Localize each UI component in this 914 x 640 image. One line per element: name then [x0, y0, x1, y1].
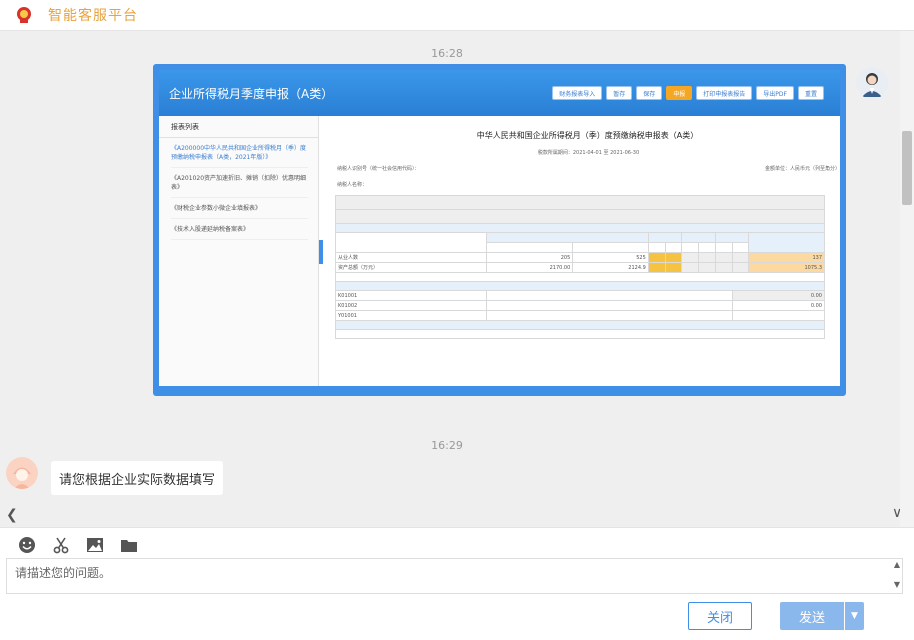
screenshot-cell: 525 — [572, 252, 649, 263]
screenshot-cell: 0.00 — [731, 290, 826, 301]
screenshot-sidebar-item: 《A201020资产加速折旧、摊销（扣除）优惠明细表》 — [171, 174, 308, 198]
send-options-dropdown[interactable]: ▼ — [845, 602, 864, 630]
message-input[interactable]: 请描述您的问题。 — [6, 558, 903, 594]
timestamp: 16:29 — [431, 439, 463, 452]
screenshot-sidebar: 报表列表 《A200000中华人民共和国企业所得税月（季）度预缴纳税申报表（A类… — [159, 116, 319, 386]
screenshot-image[interactable]: 企业所得税月季度申报（A类） 财务报表导入 暂存 保存 申报 打印申报表报告 导… — [159, 70, 840, 386]
screenshot-row-code: K01001 — [334, 290, 488, 301]
screenshot-form-title: 中华人民共和国企业所得税月（季）度预缴纳税申报表（A类） — [476, 131, 699, 140]
agent-message: 请您根据企业实际数据填写 — [51, 461, 224, 495]
screenshot-cell: 205 — [486, 252, 574, 263]
tax-emblem-logo — [17, 7, 31, 23]
emoji-icon[interactable] — [18, 536, 36, 554]
chat-scrollbar[interactable] — [900, 31, 914, 527]
screenshot-cell: 0.00 — [731, 300, 826, 311]
screenshot-row-label: 资产总额（万元） — [334, 262, 488, 273]
chevron-left-icon[interactable]: ❮ — [6, 507, 18, 523]
screenshot-btn-draft: 暂存 — [606, 86, 633, 100]
screenshot-form-grid: 从业人数 205 525 137 资产总额（万元） 2170.00 2124.9… — [334, 195, 826, 339]
agent-avatar — [856, 67, 888, 99]
screenshot-titlebar: 企业所得税月季度申报（A类） 财务报表导入 暂存 保存 申报 打印申报表报告 导… — [159, 70, 840, 116]
screenshot-row-code: Y01001 — [334, 310, 488, 321]
chat-area[interactable]: 16:28 企业所得税月季度申报（A类） 财务报表导入 暂存 保存 申报 打印申… — [0, 31, 914, 527]
input-area: 请描述您的问题。 ▲ ▼ 关闭 发送 ▼ — [0, 527, 914, 640]
image-icon[interactable] — [86, 536, 104, 554]
screenshot-form-meta: 纳税人识别号（统一社会信用代码）： 金额单位：人民币元（列至角分） — [335, 165, 840, 173]
textarea-scroll-down-icon[interactable]: ▼ — [894, 580, 900, 589]
screenshot-btn-reset: 重置 — [797, 86, 824, 100]
screenshot-sidebar-handle — [319, 240, 323, 264]
textarea-scroll-up-icon[interactable]: ▲ — [894, 560, 900, 569]
screenshot-cell: 137 — [748, 252, 825, 263]
screenshot-btn-save: 保存 — [636, 86, 663, 100]
folder-icon[interactable] — [120, 536, 138, 554]
app-header: 智能客服平台 — [0, 0, 914, 31]
timestamp: 16:28 — [431, 47, 463, 60]
screenshot-sidebar-item: 《A200000中华人民共和国企业所得税月（季）度预缴纳税申报表（A类，2021… — [171, 144, 308, 168]
scrollbar-thumb[interactable] — [902, 131, 912, 205]
screenshot-sidebar-item: 《技术入股递延纳税备案表》 — [171, 225, 308, 240]
screenshot-form-period: 税款所属期间：2021-04-01 至 2021-06-30 — [537, 150, 640, 156]
user-avatar — [6, 457, 38, 489]
screenshot-btn-import: 财务报表导入 — [552, 86, 603, 100]
screenshot-btn-print: 打印申报表报告 — [696, 86, 753, 100]
screenshot-cell: 2124.9 — [572, 262, 649, 273]
screenshot-row-code: K01002 — [334, 300, 488, 311]
screenshot-unit-label: 金额单位：人民币元（列至角分） — [764, 166, 840, 172]
screenshot-window-title: 企业所得税月季度申报（A类） — [169, 86, 334, 101]
screenshot-sidebar-item: 《财税企业参数小微企业填报表》 — [171, 204, 308, 219]
screenshot-message[interactable]: 企业所得税月季度申报（A类） 财务报表导入 暂存 保存 申报 打印申报表报告 导… — [153, 64, 846, 396]
app-title: 智能客服平台 — [48, 8, 138, 24]
screenshot-name-label: 纳税人名称： — [337, 182, 368, 188]
close-button[interactable]: 关闭 — [688, 602, 752, 630]
screenshot-btn-pdf: 导出PDF — [756, 86, 794, 100]
screenshot-cell: 2170.00 — [486, 262, 574, 273]
scissors-icon[interactable] — [52, 536, 70, 554]
user-icon — [6, 457, 38, 489]
screenshot-sidebar-title: 报表列表 — [159, 116, 318, 138]
screenshot-toolbar: 财务报表导入 暂存 保存 申报 打印申报表报告 导出PDF 重置 — [552, 86, 824, 100]
screenshot-taxpayer-label: 纳税人识别号（统一社会信用代码）： — [337, 166, 420, 172]
agent-icon — [862, 73, 882, 97]
input-toolbar — [18, 536, 138, 554]
screenshot-btn-declare: 申报 — [666, 86, 693, 100]
screenshot-row-label: 从业人数 — [334, 252, 488, 263]
screenshot-cell: 1075.3 — [748, 262, 825, 273]
send-button[interactable]: 发送 — [780, 602, 844, 630]
screenshot-form: 中华人民共和国企业所得税月（季）度预缴纳税申报表（A类） 税款所属期间：2021… — [334, 116, 840, 386]
